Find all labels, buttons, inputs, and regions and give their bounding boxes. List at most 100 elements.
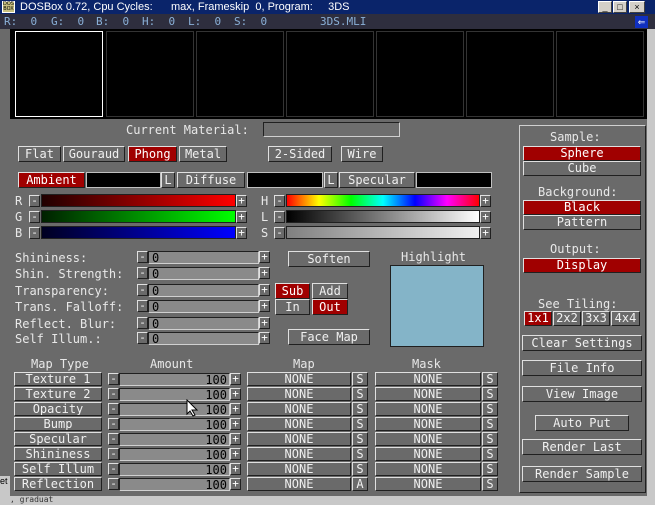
h-increase-button[interactable]: +	[480, 195, 491, 207]
wire-button[interactable]: Wire	[341, 146, 383, 162]
amount-increase-button[interactable]: +	[230, 448, 241, 460]
cube-button[interactable]: Cube	[523, 161, 641, 176]
transparency-increase-button[interactable]: +	[259, 284, 270, 296]
face-map-button[interactable]: Face Map	[288, 329, 370, 345]
shin-strength-increase-button[interactable]: +	[259, 267, 270, 279]
map-type-button[interactable]: Specular	[14, 432, 102, 446]
amount-field[interactable]: 100	[119, 448, 230, 461]
sample-slot-6[interactable]	[466, 31, 554, 117]
shininess-increase-button[interactable]: +	[259, 251, 270, 263]
map-flag-button[interactable]: S	[352, 462, 368, 476]
output-display-button[interactable]: Display	[523, 258, 641, 273]
mask-flag-button[interactable]: S	[482, 477, 498, 491]
tiling-4x4-button[interactable]: 4x4	[611, 311, 640, 326]
mask-file-button[interactable]: NONE	[375, 372, 481, 386]
r-decrease-button[interactable]: -	[29, 195, 40, 207]
map-file-button[interactable]: NONE	[247, 372, 351, 386]
amount-increase-button[interactable]: +	[230, 418, 241, 430]
amount-field[interactable]: 100	[119, 403, 230, 416]
mask-file-button[interactable]: NONE	[375, 432, 481, 446]
map-file-button[interactable]: NONE	[247, 447, 351, 461]
shading-metal-button[interactable]: Metal	[179, 146, 227, 162]
map-flag-button[interactable]: S	[352, 387, 368, 401]
back-arrow-icon[interactable]: ⇐	[635, 16, 648, 28]
amount-increase-button[interactable]: +	[230, 433, 241, 445]
b-increase-button[interactable]: +	[236, 227, 247, 239]
amount-field[interactable]: 100	[119, 418, 230, 431]
map-flag-button[interactable]: S	[352, 402, 368, 416]
amount-decrease-button[interactable]: -	[108, 373, 119, 385]
amount-field[interactable]: 100	[119, 373, 230, 386]
map-file-button[interactable]: NONE	[247, 477, 351, 491]
tiling-1x1-button[interactable]: 1x1	[524, 311, 552, 326]
g-slider[interactable]	[41, 210, 236, 223]
g-decrease-button[interactable]: -	[29, 211, 40, 223]
s-increase-button[interactable]: +	[480, 227, 491, 239]
r-increase-button[interactable]: +	[236, 195, 247, 207]
out-button[interactable]: Out	[312, 299, 348, 315]
map-type-button[interactable]: Bump	[14, 417, 102, 431]
self-illum-increase-button[interactable]: +	[259, 332, 270, 344]
shin-strength-field[interactable]: 0	[148, 267, 259, 280]
amount-decrease-button[interactable]: -	[108, 403, 119, 415]
trans-falloff-field[interactable]: 0	[148, 300, 259, 313]
l-increase-button[interactable]: +	[480, 211, 491, 223]
amount-decrease-button[interactable]: -	[108, 388, 119, 400]
shading-flat-button[interactable]: Flat	[18, 146, 61, 162]
clear-settings-button[interactable]: Clear Settings	[522, 335, 642, 351]
diffuse-lock-button[interactable]: L	[324, 172, 338, 188]
self-illum-decrease-button[interactable]: -	[137, 332, 148, 344]
sample-slot-2[interactable]	[106, 31, 194, 117]
map-type-button[interactable]: Opacity	[14, 402, 102, 416]
h-slider[interactable]	[286, 194, 480, 207]
l-slider[interactable]	[286, 210, 480, 223]
map-file-button[interactable]: NONE	[247, 432, 351, 446]
soften-button[interactable]: Soften	[288, 251, 370, 267]
amount-increase-button[interactable]: +	[230, 373, 241, 385]
reflect-blur-field[interactable]: 0	[148, 317, 259, 330]
sample-slot-7[interactable]	[556, 31, 644, 117]
amount-decrease-button[interactable]: -	[108, 463, 119, 475]
mask-file-button[interactable]: NONE	[375, 462, 481, 476]
amount-decrease-button[interactable]: -	[108, 418, 119, 430]
g-increase-button[interactable]: +	[236, 211, 247, 223]
map-type-button[interactable]: Reflection	[14, 477, 102, 491]
render-last-button[interactable]: Render Last	[522, 439, 642, 455]
reflect-blur-decrease-button[interactable]: -	[137, 317, 148, 329]
mask-file-button[interactable]: NONE	[375, 417, 481, 431]
close-button[interactable]: ×	[629, 1, 645, 13]
mask-flag-button[interactable]: S	[482, 387, 498, 401]
shininess-field[interactable]: 0	[148, 251, 259, 264]
sample-slot-1[interactable]	[15, 31, 103, 117]
sample-slot-4[interactable]	[286, 31, 374, 117]
shin-strength-decrease-button[interactable]: -	[137, 267, 148, 279]
b-slider[interactable]	[41, 226, 236, 239]
add-button[interactable]: Add	[312, 283, 348, 299]
background-black-button[interactable]: Black	[523, 200, 641, 215]
amount-decrease-button[interactable]: -	[108, 478, 119, 490]
ambient-swatch[interactable]	[86, 172, 161, 188]
map-flag-button[interactable]: S	[352, 447, 368, 461]
reflect-blur-increase-button[interactable]: +	[259, 317, 270, 329]
s-decrease-button[interactable]: -	[274, 227, 285, 239]
sample-slot-5[interactable]	[376, 31, 464, 117]
mask-flag-button[interactable]: S	[482, 462, 498, 476]
background-pattern-button[interactable]: Pattern	[523, 215, 641, 230]
render-sample-button[interactable]: Render Sample	[522, 466, 642, 482]
shading-gouraud-button[interactable]: Gouraud	[63, 146, 125, 162]
map-type-button[interactable]: Shininess	[14, 447, 102, 461]
amount-increase-button[interactable]: +	[230, 478, 241, 490]
sphere-button[interactable]: Sphere	[523, 146, 641, 161]
map-type-button[interactable]: Texture 2	[14, 387, 102, 401]
amount-decrease-button[interactable]: -	[108, 448, 119, 460]
maximize-button[interactable]: □	[613, 1, 627, 13]
trans-falloff-decrease-button[interactable]: -	[137, 300, 148, 312]
tiling-3x3-button[interactable]: 3x3	[582, 311, 610, 326]
amount-increase-button[interactable]: +	[230, 403, 241, 415]
mask-file-button[interactable]: NONE	[375, 387, 481, 401]
mask-flag-button[interactable]: S	[482, 447, 498, 461]
current-material-field[interactable]	[263, 122, 400, 137]
self-illum-field[interactable]: 0	[148, 332, 259, 345]
file-info-button[interactable]: File Info	[522, 360, 642, 376]
s-slider[interactable]	[286, 226, 480, 239]
